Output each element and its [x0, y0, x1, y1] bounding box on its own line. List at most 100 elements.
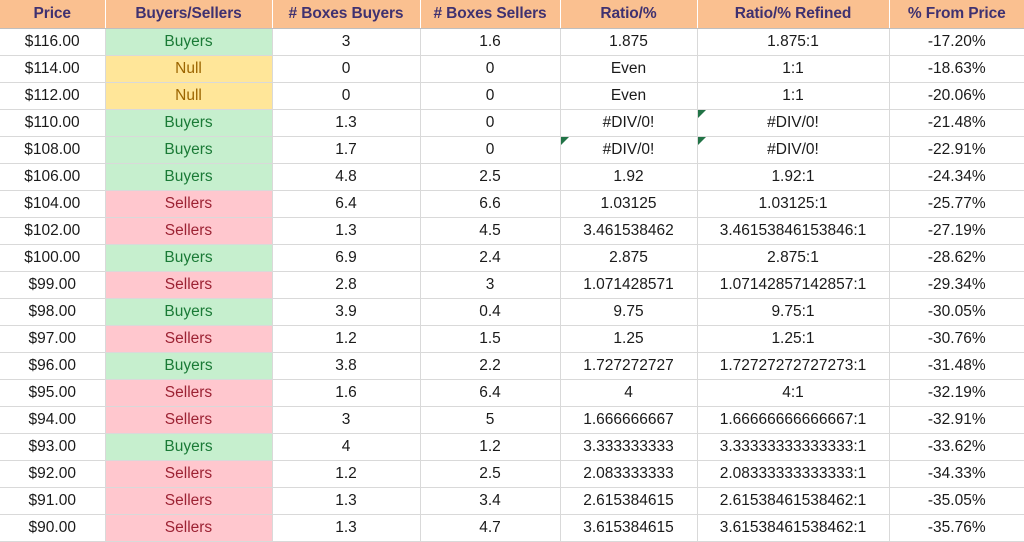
cell-boxes-buyers[interactable]: 1.6 [272, 379, 421, 407]
cell-ratio[interactable]: #DIV/0! [560, 136, 698, 164]
cell-price[interactable]: $100.00 [0, 244, 106, 272]
cell-boxes-buyers[interactable]: 1.2 [272, 325, 421, 353]
cell-ratio-refined[interactable]: #DIV/0! [697, 136, 890, 164]
cell-buyers-sellers[interactable]: Sellers [105, 487, 273, 515]
cell-pct-from-price[interactable]: -30.76% [889, 325, 1024, 353]
cell-ratio[interactable]: #DIV/0! [560, 109, 698, 137]
cell-price[interactable]: $104.00 [0, 190, 106, 218]
column-header-pct-from-price[interactable]: % From Price [889, 0, 1024, 29]
cell-pct-from-price[interactable]: -35.05% [889, 487, 1024, 515]
cell-boxes-sellers[interactable]: 0 [420, 136, 561, 164]
cell-ratio[interactable]: 1.03125 [560, 190, 698, 218]
column-header-ratio-refined[interactable]: Ratio/% Refined [697, 0, 890, 29]
cell-price[interactable]: $94.00 [0, 406, 106, 434]
cell-ratio-refined[interactable]: 1.72727272727273:1 [697, 352, 890, 380]
cell-boxes-sellers[interactable]: 2.2 [420, 352, 561, 380]
cell-buyers-sellers[interactable]: Buyers [105, 433, 273, 461]
cell-ratio[interactable]: 3.461538462 [560, 217, 698, 245]
cell-price[interactable]: $97.00 [0, 325, 106, 353]
cell-price[interactable]: $110.00 [0, 109, 106, 137]
cell-pct-from-price[interactable]: -20.06% [889, 82, 1024, 110]
cell-buyers-sellers[interactable]: Sellers [105, 190, 273, 218]
cell-ratio-refined[interactable]: 3.33333333333333:1 [697, 433, 890, 461]
cell-buyers-sellers[interactable]: Buyers [105, 28, 273, 56]
cell-price[interactable]: $93.00 [0, 433, 106, 461]
cell-ratio[interactable]: 1.875 [560, 28, 698, 56]
cell-pct-from-price[interactable]: -25.77% [889, 190, 1024, 218]
cell-ratio-refined[interactable]: 3.61538461538462:1 [697, 514, 890, 542]
cell-buyers-sellers[interactable]: Sellers [105, 325, 273, 353]
cell-pct-from-price[interactable]: -18.63% [889, 55, 1024, 83]
cell-boxes-buyers[interactable]: 1.3 [272, 109, 421, 137]
cell-boxes-sellers[interactable]: 4.7 [420, 514, 561, 542]
cell-boxes-sellers[interactable]: 0.4 [420, 298, 561, 326]
cell-buyers-sellers[interactable]: Sellers [105, 460, 273, 488]
cell-ratio[interactable]: Even [560, 55, 698, 83]
cell-boxes-sellers[interactable]: 0 [420, 55, 561, 83]
cell-boxes-sellers[interactable]: 3 [420, 271, 561, 299]
cell-boxes-buyers[interactable]: 6.9 [272, 244, 421, 272]
cell-buyers-sellers[interactable]: Sellers [105, 406, 273, 434]
cell-buyers-sellers[interactable]: Buyers [105, 298, 273, 326]
cell-pct-from-price[interactable]: -32.91% [889, 406, 1024, 434]
cell-price[interactable]: $108.00 [0, 136, 106, 164]
cell-boxes-buyers[interactable]: 0 [272, 82, 421, 110]
cell-ratio-refined[interactable]: 1.03125:1 [697, 190, 890, 218]
cell-price[interactable]: $106.00 [0, 163, 106, 191]
cell-boxes-sellers[interactable]: 1.5 [420, 325, 561, 353]
cell-price[interactable]: $95.00 [0, 379, 106, 407]
cell-buyers-sellers[interactable]: Sellers [105, 271, 273, 299]
cell-ratio[interactable]: 9.75 [560, 298, 698, 326]
cell-boxes-buyers[interactable]: 3.9 [272, 298, 421, 326]
cell-boxes-sellers[interactable]: 4.5 [420, 217, 561, 245]
cell-boxes-buyers[interactable]: 6.4 [272, 190, 421, 218]
cell-price[interactable]: $112.00 [0, 82, 106, 110]
column-header-ratio[interactable]: Ratio/% [560, 0, 698, 29]
cell-ratio-refined[interactable]: 1.25:1 [697, 325, 890, 353]
cell-price[interactable]: $90.00 [0, 514, 106, 542]
cell-buyers-sellers[interactable]: Buyers [105, 136, 273, 164]
cell-pct-from-price[interactable]: -17.20% [889, 28, 1024, 56]
cell-ratio-refined[interactable]: 3.46153846153846:1 [697, 217, 890, 245]
cell-boxes-sellers[interactable]: 1.6 [420, 28, 561, 56]
cell-buyers-sellers[interactable]: Buyers [105, 352, 273, 380]
cell-buyers-sellers[interactable]: Null [105, 82, 273, 110]
cell-buyers-sellers[interactable]: Buyers [105, 244, 273, 272]
cell-ratio[interactable]: 1.071428571 [560, 271, 698, 299]
cell-pct-from-price[interactable]: -28.62% [889, 244, 1024, 272]
cell-pct-from-price[interactable]: -22.91% [889, 136, 1024, 164]
cell-boxes-sellers[interactable]: 2.5 [420, 163, 561, 191]
column-header-boxes-sellers[interactable]: # Boxes Sellers [420, 0, 561, 29]
cell-price[interactable]: $98.00 [0, 298, 106, 326]
column-header-buyers-sellers[interactable]: Buyers/Sellers [105, 0, 273, 29]
cell-boxes-sellers[interactable]: 1.2 [420, 433, 561, 461]
cell-ratio-refined[interactable]: 2.08333333333333:1 [697, 460, 890, 488]
cell-boxes-buyers[interactable]: 0 [272, 55, 421, 83]
cell-pct-from-price[interactable]: -33.62% [889, 433, 1024, 461]
cell-pct-from-price[interactable]: -32.19% [889, 379, 1024, 407]
cell-boxes-buyers[interactable]: 4.8 [272, 163, 421, 191]
cell-buyers-sellers[interactable]: Sellers [105, 379, 273, 407]
cell-boxes-buyers[interactable]: 3 [272, 28, 421, 56]
cell-ratio[interactable]: 3.615384615 [560, 514, 698, 542]
cell-price[interactable]: $116.00 [0, 28, 106, 56]
cell-buyers-sellers[interactable]: Buyers [105, 109, 273, 137]
cell-boxes-sellers[interactable]: 5 [420, 406, 561, 434]
cell-ratio[interactable]: 4 [560, 379, 698, 407]
cell-ratio-refined[interactable]: 1:1 [697, 82, 890, 110]
cell-price[interactable]: $91.00 [0, 487, 106, 515]
cell-ratio[interactable]: 2.615384615 [560, 487, 698, 515]
cell-boxes-buyers[interactable]: 1.3 [272, 487, 421, 515]
cell-pct-from-price[interactable]: -30.05% [889, 298, 1024, 326]
cell-ratio[interactable]: 3.333333333 [560, 433, 698, 461]
cell-price[interactable]: $102.00 [0, 217, 106, 245]
cell-pct-from-price[interactable]: -24.34% [889, 163, 1024, 191]
cell-ratio-refined[interactable]: 1.875:1 [697, 28, 890, 56]
cell-boxes-sellers[interactable]: 3.4 [420, 487, 561, 515]
cell-boxes-sellers[interactable]: 0 [420, 82, 561, 110]
cell-ratio[interactable]: 1.666666667 [560, 406, 698, 434]
cell-ratio-refined[interactable]: 2.61538461538462:1 [697, 487, 890, 515]
cell-ratio[interactable]: 1.25 [560, 325, 698, 353]
cell-buyers-sellers[interactable]: Null [105, 55, 273, 83]
cell-boxes-buyers[interactable]: 3 [272, 406, 421, 434]
